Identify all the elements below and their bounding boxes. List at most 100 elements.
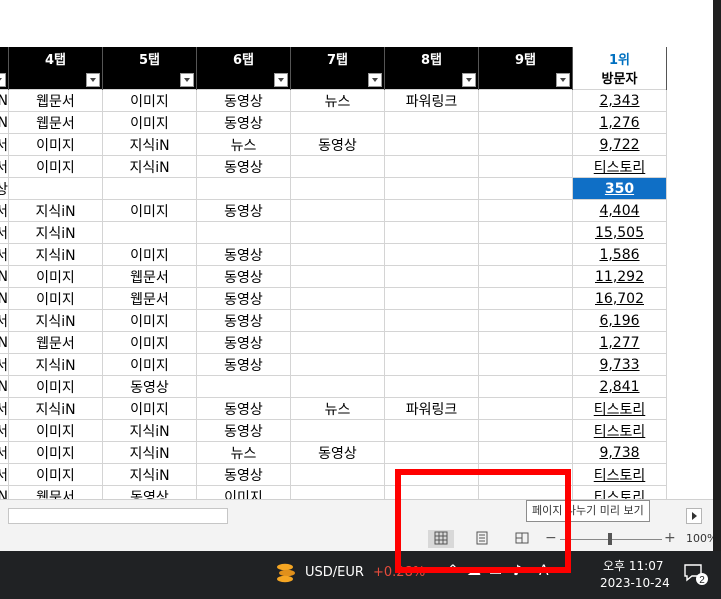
column-header-tab5[interactable]: 5탭 bbox=[102, 47, 197, 90]
tab-cell[interactable]: 뉴스 bbox=[290, 89, 385, 112]
worksheet-grid[interactable]: 탭 4탭 5탭 6탭 7 bbox=[0, 47, 713, 499]
tab-cell[interactable]: 동영상 bbox=[196, 243, 291, 266]
tab-cell[interactable] bbox=[384, 463, 479, 486]
zoom-level[interactable]: 100% bbox=[686, 532, 713, 545]
partial-cell[interactable]: iN bbox=[0, 287, 9, 310]
tab-cell[interactable] bbox=[384, 155, 479, 178]
tab-cell[interactable] bbox=[384, 331, 479, 354]
visitors-cell[interactable]: 티스토리 bbox=[572, 397, 667, 420]
tab-cell[interactable]: 이미지 bbox=[102, 397, 197, 420]
tab-cell[interactable] bbox=[290, 111, 385, 134]
page-break-preview-button[interactable] bbox=[509, 530, 535, 548]
tab-cell[interactable] bbox=[196, 177, 291, 200]
tab-cell[interactable]: 동영상 bbox=[196, 89, 291, 112]
tab-cell[interactable] bbox=[478, 221, 573, 244]
visitors-cell[interactable]: 11,292 bbox=[572, 265, 667, 288]
tab-cell[interactable]: 이미지 bbox=[8, 265, 103, 288]
tab-cell[interactable] bbox=[478, 177, 573, 200]
partial-cell[interactable]: 문서 bbox=[0, 199, 9, 222]
onedrive-icon[interactable]: ☁ bbox=[467, 563, 481, 579]
tab-cell[interactable] bbox=[478, 441, 573, 464]
tab-cell[interactable]: 동영상 bbox=[196, 463, 291, 486]
tab-cell[interactable]: 이미지 bbox=[8, 155, 103, 178]
column-header-tab7[interactable]: 7탭 bbox=[290, 47, 385, 90]
tab-cell[interactable]: 지식iN bbox=[8, 397, 103, 420]
tab-cell[interactable]: 이미지 bbox=[8, 441, 103, 464]
tab-cell[interactable]: 이미지 bbox=[102, 111, 197, 134]
tab-cell[interactable] bbox=[384, 419, 479, 442]
horizontal-scrollbar[interactable] bbox=[8, 508, 228, 524]
visitors-cell[interactable]: 9,738 bbox=[572, 441, 667, 464]
tab-cell[interactable] bbox=[290, 243, 385, 266]
tab-cell[interactable] bbox=[290, 221, 385, 244]
partial-cell[interactable]: 영상 bbox=[0, 177, 9, 200]
tab-cell[interactable] bbox=[102, 177, 197, 200]
tab-cell[interactable] bbox=[290, 353, 385, 376]
tab-cell[interactable] bbox=[384, 441, 479, 464]
partial-cell[interactable]: 문서 bbox=[0, 243, 9, 266]
filter-dropdown-icon[interactable] bbox=[556, 73, 570, 87]
visitors-cell[interactable]: 티스토리 bbox=[572, 485, 667, 499]
visitors-cell[interactable]: 1,277 bbox=[572, 331, 667, 354]
column-header-tab6[interactable]: 6탭 bbox=[196, 47, 291, 90]
tab-cell[interactable] bbox=[478, 111, 573, 134]
visitors-cell[interactable]: 티스토리 bbox=[572, 155, 667, 178]
tab-cell[interactable]: 이미지 bbox=[8, 419, 103, 442]
speaker-icon[interactable]: ♪ bbox=[513, 563, 522, 579]
normal-view-button[interactable] bbox=[428, 530, 454, 548]
notification-icon[interactable]: 2 bbox=[682, 562, 708, 586]
partial-cell[interactable]: 문서 bbox=[0, 441, 9, 464]
tab-cell[interactable]: 이미지 bbox=[8, 133, 103, 156]
tab-cell[interactable]: 뉴스 bbox=[196, 441, 291, 464]
tab-cell[interactable] bbox=[478, 353, 573, 376]
page-layout-view-button[interactable] bbox=[469, 530, 495, 548]
tab-cell[interactable]: 이미지 bbox=[102, 309, 197, 332]
tab-cell[interactable]: 이미지 bbox=[102, 89, 197, 112]
tab-cell[interactable] bbox=[196, 375, 291, 398]
tab-cell[interactable] bbox=[290, 199, 385, 222]
tab-cell[interactable]: 동영상 bbox=[196, 111, 291, 134]
filter-dropdown-icon[interactable] bbox=[462, 73, 476, 87]
tab-cell[interactable] bbox=[384, 485, 479, 499]
tab-cell[interactable] bbox=[384, 199, 479, 222]
visitors-cell[interactable]: 350 bbox=[572, 177, 667, 200]
tab-cell[interactable]: 지식iN bbox=[102, 441, 197, 464]
clock-date[interactable]: 2023-10-24 bbox=[600, 576, 670, 590]
tab-cell[interactable] bbox=[290, 485, 385, 499]
tab-cell[interactable] bbox=[290, 419, 385, 442]
tab-cell[interactable]: 동영상 bbox=[196, 265, 291, 288]
tab-cell[interactable] bbox=[290, 309, 385, 332]
tab-cell[interactable]: 지식iN bbox=[8, 221, 103, 244]
partial-cell[interactable]: iN bbox=[0, 265, 9, 288]
tab-cell[interactable]: 이미지 bbox=[8, 287, 103, 310]
tab-cell[interactable]: 동영상 bbox=[196, 353, 291, 376]
column-header-rank1[interactable]: 1위 방문자 bbox=[572, 47, 667, 90]
column-header-tab4[interactable]: 4탭 bbox=[8, 47, 103, 90]
tab-cell[interactable]: 동영상 bbox=[196, 397, 291, 420]
input-method-icon[interactable]: A bbox=[539, 563, 549, 579]
tab-cell[interactable]: 이미지 bbox=[102, 331, 197, 354]
filter-dropdown-icon[interactable] bbox=[180, 73, 194, 87]
tab-cell[interactable] bbox=[384, 287, 479, 310]
tab-cell[interactable]: 이미지 bbox=[8, 375, 103, 398]
tab-cell[interactable]: 웹문서 bbox=[102, 265, 197, 288]
partial-cell[interactable]: 문서 bbox=[0, 397, 9, 420]
tab-cell[interactable] bbox=[290, 375, 385, 398]
partial-cell[interactable]: iN bbox=[0, 485, 9, 499]
tab-cell[interactable]: 지식iN bbox=[8, 353, 103, 376]
visitors-cell[interactable]: 15,505 bbox=[572, 221, 667, 244]
tab-cell[interactable] bbox=[478, 199, 573, 222]
clock-time[interactable]: 오후 11:07 bbox=[603, 557, 663, 574]
partial-cell[interactable]: iN bbox=[0, 331, 9, 354]
column-header-tab8[interactable]: 8탭 bbox=[384, 47, 479, 90]
tab-cell[interactable]: 지식iN bbox=[102, 155, 197, 178]
tab-cell[interactable]: 뉴스 bbox=[196, 133, 291, 156]
tab-cell[interactable] bbox=[478, 397, 573, 420]
tab-cell[interactable]: 동영상 bbox=[196, 309, 291, 332]
tab-cell[interactable] bbox=[478, 309, 573, 332]
scroll-right-arrow-icon[interactable] bbox=[686, 508, 702, 524]
tab-cell[interactable] bbox=[384, 265, 479, 288]
tab-cell[interactable]: 이미지 bbox=[102, 199, 197, 222]
filter-dropdown-icon[interactable] bbox=[274, 73, 288, 87]
partial-cell[interactable]: 문서 bbox=[0, 133, 9, 156]
